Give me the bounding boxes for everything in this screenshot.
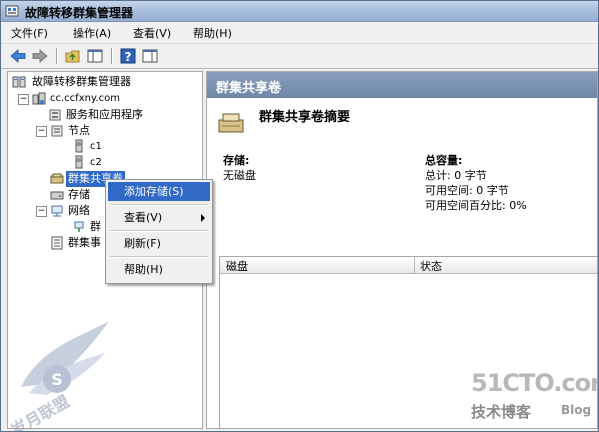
help-icon[interactable]: ? (119, 47, 137, 65)
tree-label-cluster: cc.ccfxny.com (50, 93, 120, 104)
svg-text:S: S (51, 370, 63, 389)
watermark-site: 51CTO.com (471, 369, 598, 397)
action-pane-icon[interactable] (141, 47, 159, 65)
tree-label-root: 故障转移群集管理器 (32, 75, 131, 88)
tree-item-nodes[interactable]: − 节点 (34, 123, 184, 139)
tree-item-cluster[interactable]: − cc.ccfxny.com (16, 91, 196, 107)
window-title: 故障转移群集管理器 (25, 6, 134, 20)
nodes-icon (51, 125, 63, 137)
column-disk[interactable]: 磁盘 (226, 258, 248, 274)
menu-view-label: 查看(V) (124, 211, 163, 224)
capacity-free-percent: 可用空间百分比: 0% (425, 199, 527, 212)
menu-help-item[interactable]: 帮助(H) (108, 260, 210, 279)
collapse-icon[interactable]: − (36, 126, 47, 137)
context-menu: 添加存储(S) 查看(V) 刷新(F) 帮助(H) (105, 179, 213, 284)
events-icon (51, 236, 63, 250)
svg-text:?: ? (125, 50, 132, 64)
network-connection-icon (74, 221, 84, 232)
storage-icon (50, 191, 64, 200)
menu-bar: 文件(F) 操作(A) 查看(V) 帮助(H) (1, 22, 598, 42)
app-window: 故障转移群集管理器 文件(F) 操作(A) 查看(V) 帮助(H) ? 故障转移… (0, 0, 599, 432)
server-icon (75, 139, 83, 153)
tree-item-events[interactable]: 群集事 (50, 235, 110, 251)
tree-label-node-c1: c1 (90, 141, 102, 152)
watermark-51cto: 51CTO.com 技术博客 Blog (471, 369, 598, 429)
tree-label-network-child: 群 (90, 220, 101, 233)
watermark-blog: Blog (561, 403, 592, 417)
back-icon[interactable] (9, 47, 27, 65)
network-icon (51, 205, 63, 217)
tree-item-node-c1[interactable]: c1 (72, 139, 132, 155)
forward-icon[interactable] (31, 47, 49, 65)
menu-help[interactable]: 帮助(H) (191, 25, 234, 41)
content-header: 群集共享卷 (207, 72, 597, 98)
shared-volume-large-icon (218, 113, 244, 133)
tree-label-services: 服务和应用程序 (66, 108, 143, 121)
tree-item-storage[interactable]: 存储 (50, 187, 110, 203)
collapse-icon[interactable]: − (18, 94, 29, 105)
menu-add-storage[interactable]: 添加存储(S) (108, 182, 210, 201)
storage-value: 无磁盘 (223, 169, 256, 182)
disk-list-header: 磁盘 状态 (220, 257, 597, 274)
content-header-title: 群集共享卷 (216, 81, 282, 96)
server-icon (75, 155, 83, 169)
tree-label-storage: 存储 (68, 188, 90, 201)
capacity-label: 总容量: (425, 154, 463, 167)
cluster-icon (32, 92, 46, 105)
up-folder-icon[interactable] (64, 47, 82, 65)
shared-volume-icon (50, 173, 64, 184)
menu-refresh[interactable]: 刷新(F) (108, 234, 210, 253)
toolbar: ? (1, 43, 598, 69)
watermark-logo: S 岁月联盟 (8, 321, 109, 432)
submenu-arrow-icon (201, 214, 205, 222)
cluster-app-icon (5, 5, 19, 17)
cluster-manager-icon (12, 76, 26, 88)
show-hide-tree-icon[interactable] (86, 47, 104, 65)
tree-label-network: 网络 (68, 204, 90, 217)
collapse-icon[interactable]: − (36, 206, 47, 217)
menu-file[interactable]: 文件(F) (9, 25, 50, 41)
tree-label-node-c2: c2 (90, 157, 102, 168)
tree-item-root[interactable]: 故障转移群集管理器 (12, 74, 192, 90)
menu-action[interactable]: 操作(A) (71, 25, 113, 41)
tree-label-events: 群集事 (68, 236, 101, 249)
menu-refresh-label: 刷新(F) (124, 237, 161, 250)
menu-view[interactable]: 查看(V) (131, 25, 173, 41)
title-bar[interactable]: 故障转移群集管理器 (1, 1, 598, 22)
menu-add-storage-label: 添加存储(S) (124, 185, 184, 198)
watermark-tagline: 技术博客 (471, 403, 532, 421)
tree-item-node-c2[interactable]: c2 (72, 155, 132, 171)
capacity-total: 总计: 0 字节 (425, 169, 487, 182)
services-icon (49, 109, 61, 121)
tree-label-nodes: 节点 (68, 124, 90, 137)
storage-label: 存储: (223, 154, 250, 167)
capacity-free: 可用空间: 0 字节 (425, 184, 509, 197)
tree-item-services[interactable]: 服务和应用程序 (48, 107, 198, 123)
menu-help-label: 帮助(H) (124, 263, 163, 276)
svg-text:岁月联盟: 岁月联盟 (8, 391, 73, 432)
summary-title: 群集共享卷摘要 (259, 110, 351, 125)
tree-item-network[interactable]: − 网络 (34, 203, 114, 219)
menu-view-submenu[interactable]: 查看(V) (108, 208, 210, 227)
column-status[interactable]: 状态 (420, 258, 442, 274)
